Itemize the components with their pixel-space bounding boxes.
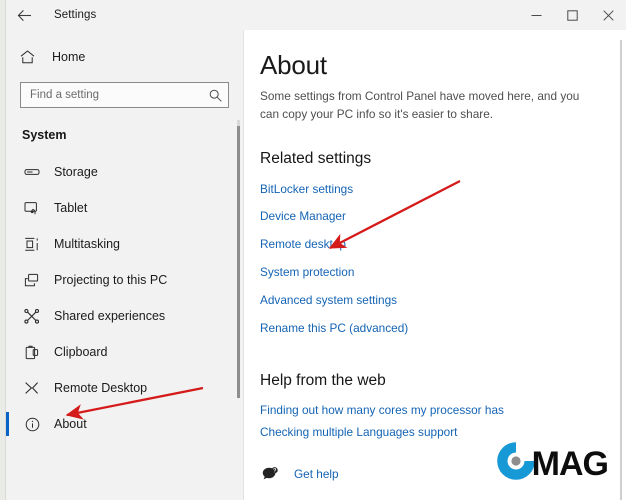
link-checking-languages-support[interactable]: Checking multiple Languages support	[260, 422, 457, 444]
page-title: About	[260, 50, 327, 80]
pcmag-watermark-text: MAG	[531, 444, 609, 483]
sidebar-item-label: Projecting to this PC	[54, 273, 168, 287]
sidebar-group-title: System	[22, 128, 67, 142]
sidebar-item-label: Storage	[54, 165, 98, 179]
sidebar-item-remote-desktop[interactable]: Remote Desktop	[6, 370, 243, 406]
window-controls	[518, 0, 626, 30]
search-input[interactable]	[30, 89, 209, 101]
projecting-icon	[22, 273, 42, 288]
home-icon	[20, 50, 42, 64]
selection-indicator	[6, 340, 9, 364]
sidebar-scrollbar-thumb[interactable]	[237, 126, 240, 398]
info-circle-icon	[22, 417, 42, 432]
selection-indicator	[6, 304, 9, 328]
selection-indicator	[6, 196, 9, 220]
back-button[interactable]	[6, 0, 42, 30]
tablet-icon	[22, 201, 42, 216]
sidebar-item-about[interactable]: About	[6, 406, 243, 442]
related-settings-list: BitLocker settings Device Manager Remote…	[260, 176, 626, 343]
link-bitlocker-settings[interactable]: BitLocker settings	[260, 176, 353, 204]
support-chat-icon	[260, 466, 280, 481]
link-system-protection[interactable]: System protection	[260, 259, 354, 287]
sidebar-item-label: Remote Desktop	[54, 381, 148, 395]
selection-indicator	[6, 160, 9, 184]
link-rename-this-pc[interactable]: Rename this PC (advanced)	[260, 315, 408, 343]
link-remote-desktop[interactable]: Remote desktop	[260, 231, 346, 259]
remote-desktop-icon	[22, 381, 42, 395]
main-scrollbar[interactable]	[620, 40, 622, 500]
page-description: Some settings from Control Panel have mo…	[260, 89, 580, 121]
title-bar: Settings	[6, 0, 626, 30]
main-content: About Some settings from Control Panel h…	[244, 30, 626, 500]
sidebar-item-multitasking[interactable]: Multitasking	[6, 226, 243, 262]
related-settings-heading: Related settings	[260, 149, 372, 167]
sidebar-item-tablet[interactable]: Tablet	[6, 190, 243, 226]
window-body: Home System	[6, 30, 626, 500]
link-device-manager[interactable]: Device Manager	[260, 203, 346, 231]
maximize-icon	[566, 9, 578, 21]
sidebar-item-storage[interactable]: Storage	[6, 154, 243, 190]
app-title: Settings	[54, 9, 97, 21]
shared-experiences-icon	[22, 308, 42, 324]
selection-indicator	[6, 412, 9, 436]
close-icon	[602, 9, 614, 21]
close-button[interactable]	[590, 0, 626, 30]
minimize-icon	[531, 10, 542, 21]
sidebar-item-label: Clipboard	[54, 345, 108, 359]
clipboard-icon	[22, 345, 42, 360]
storage-icon	[22, 165, 42, 179]
selection-indicator	[6, 232, 9, 256]
back-arrow-icon	[17, 9, 32, 22]
search-icon[interactable]	[209, 89, 222, 102]
sidebar-item-projecting-to-this-pc[interactable]: Projecting to this PC	[6, 262, 243, 298]
help-from-web-heading: Help from the web	[260, 372, 386, 390]
sidebar-item-label: About	[54, 417, 87, 431]
sidebar-item-shared-experiences[interactable]: Shared experiences	[6, 298, 243, 334]
sidebar-item-clipboard[interactable]: Clipboard	[6, 334, 243, 370]
sidebar-home-label: Home	[52, 50, 86, 64]
minimize-button[interactable]	[518, 0, 554, 30]
settings-window: Settings Home Find a setting System Stor…	[6, 0, 626, 500]
sidebar-nav-list: Storage Tablet Multitasking Projecting t…	[6, 154, 243, 442]
sidebar: Home System	[6, 30, 244, 500]
sidebar-item-home[interactable]: Home	[6, 40, 243, 74]
link-finding-processor-cores[interactable]: Finding out how many cores my processor …	[260, 400, 504, 422]
selection-indicator	[6, 268, 9, 292]
multitasking-icon	[22, 237, 42, 252]
get-help-label[interactable]: Get help	[294, 467, 339, 481]
help-from-web-list: Finding out how many cores my processor …	[260, 400, 626, 444]
search-box[interactable]	[20, 82, 229, 108]
sidebar-item-label: Shared experiences	[54, 309, 166, 323]
pcmag-watermark: MAG	[494, 439, 609, 488]
maximize-button[interactable]	[554, 0, 590, 30]
sidebar-item-label: Multitasking	[54, 237, 120, 251]
sidebar-item-label: Tablet	[54, 201, 88, 215]
selection-indicator	[6, 376, 9, 400]
link-advanced-system-settings[interactable]: Advanced system settings	[260, 287, 397, 315]
